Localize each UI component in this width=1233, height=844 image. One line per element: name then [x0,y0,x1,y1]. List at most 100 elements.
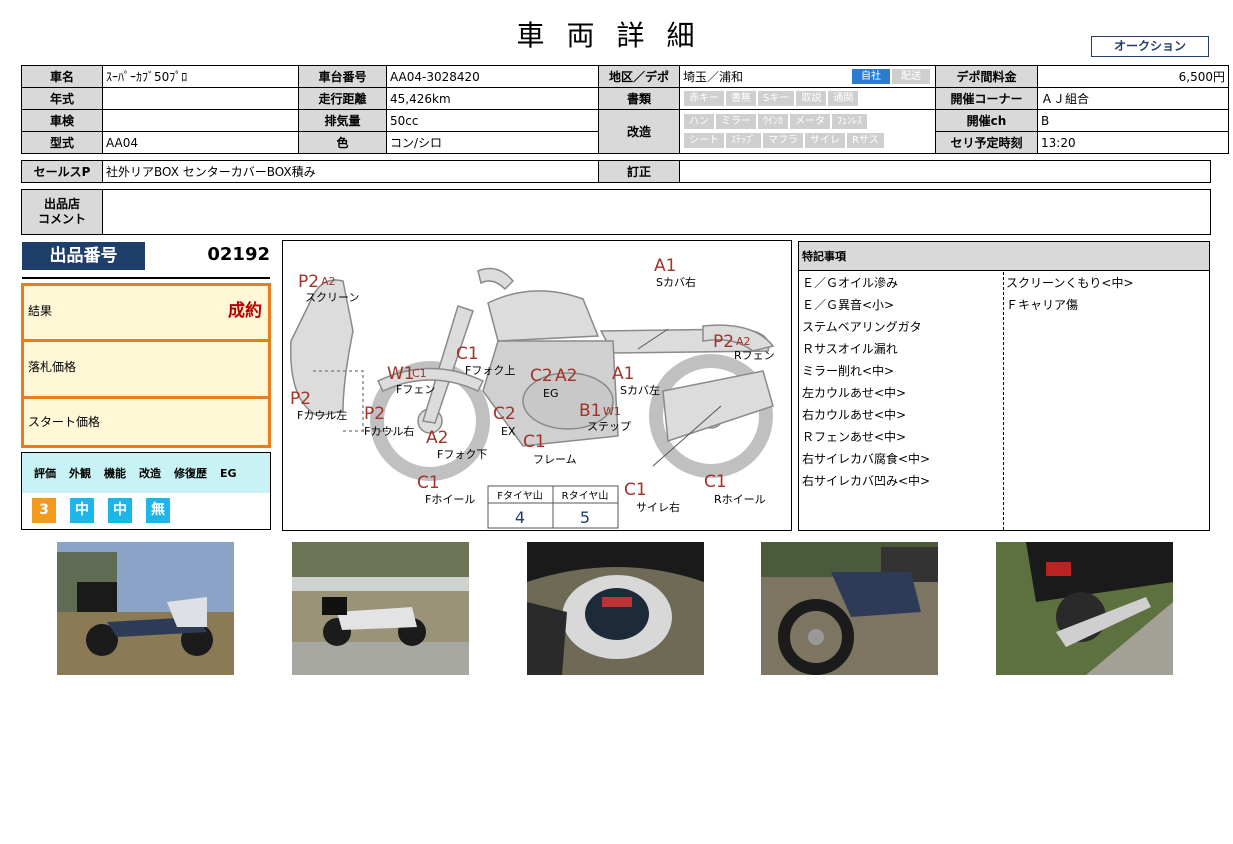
code-eg-1: C2 [530,366,553,386]
name-label: 車名 [21,65,103,88]
label-f-fork-down: Fフォク下 [437,448,487,461]
code-step-2: W1 [603,405,621,418]
rating-modification: 無 [146,498,170,523]
rating-header-item: 評価 [34,467,56,480]
mod-chip: ｳｲﾝｶ [758,113,788,129]
code-r-fender-1: P2 [713,332,734,352]
docs-label: 書類 [598,87,680,110]
doc-chip: 通関 [828,91,859,106]
code-f-cowl-r: P2 [364,404,385,424]
vehicle-photo-1[interactable] [57,542,234,675]
corner-label: 開催コーナー [935,87,1038,110]
vehicle-photo-2[interactable] [292,542,469,675]
label-screen: スクリーン [305,291,359,304]
note-item: Ｅ／Ｇ異音<小> [802,298,895,312]
tire-table: Fタイヤ山 Rタイヤ山 4 5 [487,485,619,529]
code-f-wheel: C1 [417,473,440,493]
code-s-cover-r: A1 [654,256,676,276]
rating-header-item: 機能 [104,467,126,480]
code-screen-2: A2 [321,275,336,288]
code-eg-2: A2 [555,366,577,386]
label-r-fender: Rフェン [734,349,775,362]
rating-header-item: 外観 [69,467,91,480]
vehicle-photo-5[interactable] [996,542,1173,675]
note-item: Ｆキャリア傷 [1006,298,1079,312]
result-box: 結果 成約 落札価格 スタート価格 [21,283,271,448]
tire-front-value: 4 [515,508,525,527]
code-f-cowl-l: P2 [290,389,311,409]
tire-rear-label: Rタイヤ山 [562,490,609,502]
region-value: 埼玉／浦和 [683,70,744,84]
label-eg: EG [543,387,558,400]
rating-box: 評価 外観 機能 改造 修復歴 EG 3 中 中 無 [21,452,271,530]
mod-chip: Rサス [847,132,884,148]
mod-chip: シート [684,132,724,148]
mod-chip: マフラ [763,132,803,148]
note-item: 右カウルあせ<中> [802,408,907,422]
notes-divider [1003,272,1004,530]
auction-time-value: 13:20 [1037,131,1229,154]
notes-title: 特記事項 [799,242,1209,271]
label-frame: フレーム [533,453,577,466]
code-r-wheel: C1 [704,472,727,492]
displacement-value: 50cc [386,109,599,132]
vehicle-photo-3[interactable] [527,542,704,675]
doc-chip: 赤キー [684,91,724,106]
mods-chips: ハン ミラー ｳｲﾝｶ メータ ﾌｪﾝﾚｽ シート ｽﾃｯﾌﾟ マフラ サイレ Rサス [679,109,936,154]
code-silencer-r: C1 [624,480,647,500]
sales-table: セールスP 社外リアBOX センターカバーBOX積み 訂正 [21,160,1211,183]
comment-label: 出品店 コメント [21,189,103,235]
comment-table: 出品店 コメント [21,189,1211,235]
region-label: 地区／デポ [598,65,680,88]
label-f-wheel: Fホイール [425,493,475,506]
result-value: 成約 [228,301,262,321]
label-s-cover-r: Sカバ右 [656,275,696,289]
photo-image [292,542,469,675]
note-item: 左カウルあせ<中> [802,386,907,400]
year-value [102,87,299,110]
doc-chip: 取説 [796,91,827,106]
chip-delivery: 配送 [892,69,930,84]
mod-chip: メータ [790,113,830,129]
note-item: ステムベアリングガタ [802,320,922,334]
label-s-cover-l: Sカバ左 [620,384,660,397]
auction-badge[interactable]: オークション [1091,36,1209,57]
year-label: 年式 [21,87,103,110]
label-f-cowl-r: Fカウル右 [364,424,414,438]
frame-value: AA04-3028420 [386,65,599,88]
motorcycle-diagram: P2 A2 A1 P2 A2 W1 C1 C1 C2 A2 A1 P2 P2 C… [289,256,775,529]
mod-chip: ｽﾃｯﾌﾟ [726,132,761,148]
label-silencer-r: サイレ右 [636,500,680,514]
notes-column-1: Ｅ／Ｇオイル滲み Ｅ／Ｇ異音<小> ステムベアリングガタ Ｒサスオイル漏れ ミラ… [802,272,1002,492]
docs-chips: 赤キー 書無 Sキー 取説 通関 [679,87,936,110]
note-item: Ｒフェンあせ<中> [802,430,907,444]
page-title: 車両詳細 [516,19,717,52]
code-ex: C2 [493,404,516,424]
label-ex: EX [501,425,516,438]
hammer-price-label: 落札価格 [28,360,77,374]
rating-overall: 3 [32,498,56,523]
doc-chip: Sキー [758,91,795,106]
note-item: Ｅ／Ｇオイル滲み [802,276,899,290]
color-label: 色 [298,131,387,154]
vehicle-photo-4[interactable] [761,542,938,675]
code-r-fender-2: A2 [736,335,751,348]
rating-exterior: 中 [70,498,94,523]
note-item: Ｒサスオイル漏れ [802,342,898,356]
damage-diagram: P2 A2 A1 P2 A2 W1 C1 C1 C2 A2 A1 P2 P2 C… [282,240,792,531]
lot-label: 出品番号 [22,242,145,270]
corner-value: ＡＪ組合 [1037,87,1229,110]
code-f-fork-up: C1 [456,344,479,364]
code-f-fender-2: C1 [412,367,427,380]
tire-front-label: Fタイヤ山 [497,490,542,502]
start-price-row: スタート価格 [24,399,268,445]
comment-label-line1: 出品店 [43,197,80,211]
channel-value: B [1037,109,1229,132]
rating-values: 3 中 中 無 [22,493,270,523]
model-label: 型式 [21,131,103,154]
sales-value: 社外リアBOX センターカバーBOX積み [102,160,599,183]
hammer-price-row: 落札価格 [24,342,268,399]
correction-label: 訂正 [598,160,680,183]
mileage-value: 45,426km [386,87,599,110]
depot-fee-value: 6,500円 [1037,65,1229,88]
